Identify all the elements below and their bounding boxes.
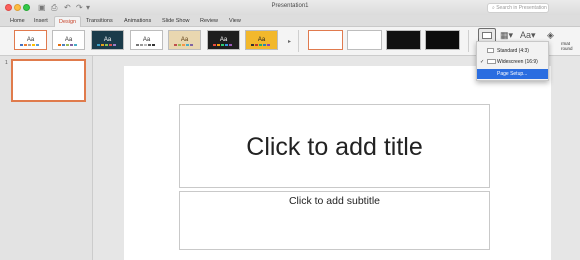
format-background-icon[interactable]: ◈	[547, 30, 554, 41]
ribbon-divider	[468, 30, 469, 52]
theme-thumbnail[interactable]: Aa	[207, 30, 240, 50]
theme-thumbnail[interactable]: Aa	[14, 30, 47, 50]
theme-label: Aa	[219, 37, 228, 43]
slide-thumbnail[interactable]	[11, 59, 86, 102]
slide-size-icon	[482, 32, 492, 39]
theme-thumbnail[interactable]: Aa	[168, 30, 201, 50]
tab-insert[interactable]: Insert	[30, 16, 52, 27]
slide-size-menu: Standard (4:3) ✓ Widescreen (16:9) Page …	[476, 41, 549, 81]
fonts-icon[interactable]: Aa▾	[520, 30, 536, 41]
variant-thumbnail[interactable]	[347, 30, 382, 50]
slide-editor-canvas: Click to add title Click to add subtitle	[93, 56, 580, 260]
subtitle-placeholder[interactable]: Click to add subtitle	[179, 191, 490, 250]
theme-label: Aa	[142, 37, 151, 43]
variant-thumbnail[interactable]	[425, 30, 460, 50]
variants-palette-icon[interactable]: ▦▾	[500, 30, 513, 41]
menu-item-page-setup[interactable]: Page Setup...	[477, 69, 548, 79]
search-input[interactable]: ⌕ Search in Presentation	[487, 3, 549, 13]
theme-label: Aa	[180, 37, 189, 43]
tab-slide-show[interactable]: Slide Show	[158, 16, 194, 27]
tab-view[interactable]: View	[225, 16, 245, 27]
theme-label: Aa	[26, 37, 35, 43]
search-placeholder: Search in Presentation	[496, 5, 547, 11]
checkmark-icon: ✓	[480, 59, 485, 65]
ribbon-tabs: Home Insert Design Transitions Animation…	[0, 15, 580, 27]
current-slide[interactable]: Click to add title Click to add subtitle	[124, 66, 551, 260]
menu-item-widescreen[interactable]: ✓ Widescreen (16:9)	[477, 57, 548, 67]
tab-design[interactable]: Design	[54, 16, 82, 27]
powerpoint-window: ▣ ⎙ ↶ ↷ ▾ Presentation1 ⌕ Search in Pres…	[0, 0, 580, 260]
ribbon-divider	[298, 30, 299, 52]
menu-item-label: Standard (4:3)	[497, 48, 529, 54]
theme-thumbnail[interactable]: Aa	[52, 30, 85, 50]
title-placeholder[interactable]: Click to add title	[179, 104, 490, 188]
format-background-label[interactable]: rmat round	[561, 41, 573, 51]
menu-item-label: Page Setup...	[497, 71, 528, 77]
title-bar: ▣ ⎙ ↶ ↷ ▾ Presentation1 ⌕ Search in Pres…	[0, 0, 580, 15]
standard-size-icon	[487, 48, 494, 53]
theme-label: Aa	[103, 37, 112, 43]
tab-review[interactable]: Review	[196, 16, 222, 27]
theme-label: Aa	[257, 37, 266, 43]
menu-item-label: Widescreen (16:9)	[497, 59, 538, 65]
theme-thumbnail[interactable]: Aa	[91, 30, 124, 50]
tab-animations[interactable]: Animations	[120, 16, 155, 27]
variant-thumbnail[interactable]	[308, 30, 343, 50]
tab-transitions[interactable]: Transitions	[82, 16, 117, 27]
theme-label: Aa	[64, 37, 73, 43]
theme-thumbnail[interactable]: Aa	[130, 30, 163, 50]
widescreen-size-icon	[487, 59, 496, 64]
variant-thumbnail[interactable]	[386, 30, 421, 50]
slide-number: 1	[5, 60, 8, 66]
more-themes-arrow-icon[interactable]: ▸	[288, 38, 291, 45]
theme-thumbnail[interactable]: Aa	[245, 30, 278, 50]
menu-item-standard[interactable]: Standard (4:3)	[477, 46, 548, 56]
slide-thumbnails-pane: 1	[0, 56, 93, 260]
tab-home[interactable]: Home	[6, 16, 29, 27]
